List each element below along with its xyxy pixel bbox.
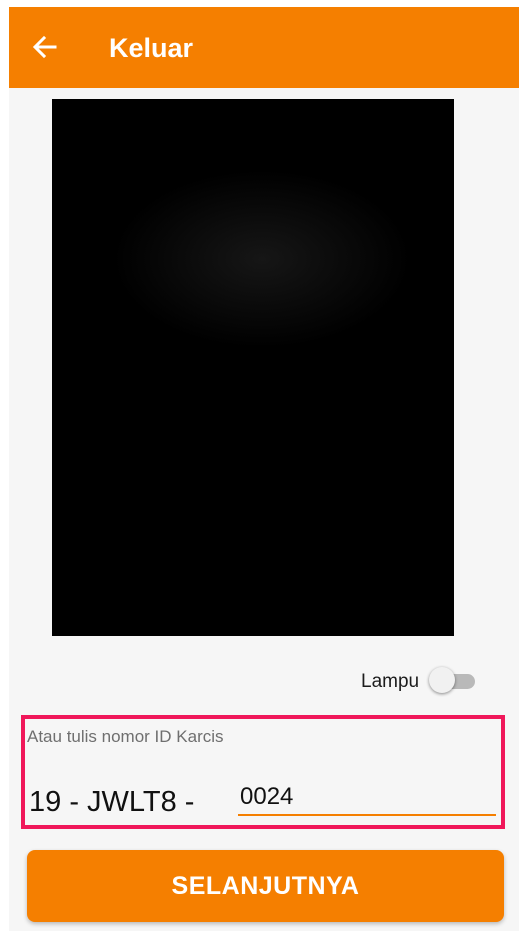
lamp-toggle[interactable] bbox=[429, 667, 477, 695]
ticket-id-input[interactable] bbox=[238, 780, 496, 816]
lamp-toggle-thumb bbox=[429, 667, 455, 693]
screen: Keluar Lampu Atau tulis nomor ID Karcis … bbox=[9, 7, 519, 931]
ticket-id-prefix: 19 - JWLT8 - bbox=[29, 786, 195, 818]
ticket-id-hint: Atau tulis nomor ID Karcis bbox=[27, 727, 224, 746]
camera-preview-shading bbox=[112, 169, 412, 349]
lamp-label: Lampu bbox=[361, 671, 420, 692]
app-bar: Keluar bbox=[9, 7, 519, 88]
camera-preview bbox=[52, 99, 454, 636]
arrow-left-icon[interactable] bbox=[31, 33, 59, 61]
page-title: Keluar bbox=[109, 33, 194, 63]
next-button[interactable]: SELANJUTNYA bbox=[27, 850, 504, 922]
